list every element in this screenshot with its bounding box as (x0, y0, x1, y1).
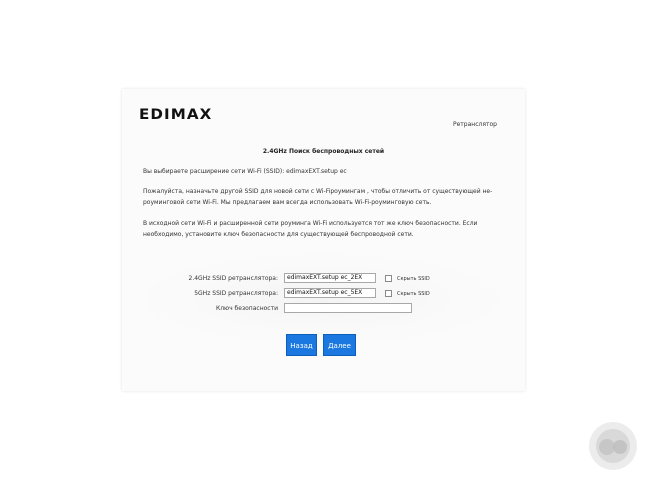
security-key-input[interactable] (284, 303, 412, 313)
ssid24-label: 2.4GHz SSID ретранслятора: (188, 275, 279, 282)
site-watermark-icon (589, 422, 637, 470)
back-button[interactable]: Назад (286, 334, 317, 356)
selected-network-text: Вы выбираете расширение сети Wi-Fi (SSID… (143, 168, 347, 175)
security-info-text: В исходной сети Wi-Fi и расширенной сети… (143, 220, 478, 238)
hide-ssid24-label: Скрыть SSID (397, 276, 430, 282)
next-button[interactable]: Далее (323, 334, 356, 356)
edimax-logo: EDIMAX (139, 107, 213, 123)
page-title: 2.4GHz Поиск беспроводных сетей (262, 148, 385, 155)
ssid5-label: 5GHz SSID ретранслятора: (194, 290, 278, 297)
hide-ssid24-checkbox[interactable] (385, 275, 392, 282)
hide-ssid5-checkbox[interactable] (385, 290, 392, 297)
mode-label: Ретранслятор (453, 121, 497, 128)
instruction-text: Пожалуйста, назначьте другой SSID для но… (143, 188, 493, 206)
ssid5-input[interactable] (284, 288, 376, 298)
ssid24-input[interactable] (284, 273, 376, 283)
hide-ssid5-label: Скрыть SSID (397, 291, 430, 297)
form-background-glow (142, 254, 502, 344)
security-key-label: Ключ безопасности (215, 305, 278, 312)
setup-panel: EDIMAX Ретранслятор 2.4GHz Поиск беспров… (122, 89, 525, 391)
